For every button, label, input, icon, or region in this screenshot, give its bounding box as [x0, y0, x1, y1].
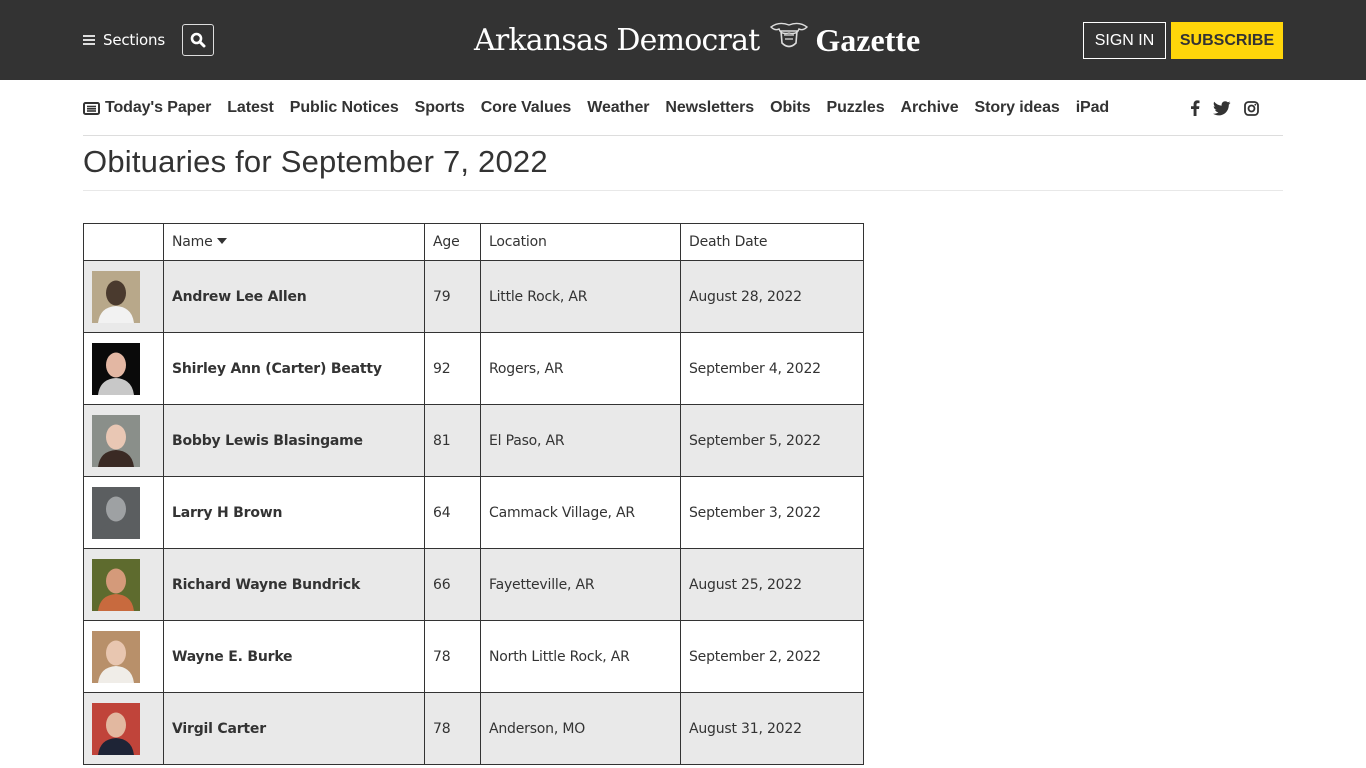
nav-latest[interactable]: Latest [227, 99, 274, 117]
nav-sports[interactable]: Sports [415, 99, 465, 117]
photo-cell [83, 692, 164, 765]
hamburger-icon [83, 35, 95, 45]
nav-obits[interactable]: Obits [770, 99, 811, 117]
social-links [1190, 96, 1272, 120]
table-row[interactable]: Richard Wayne Bundrick 66 Fayetteville, AR… [83, 548, 864, 621]
obituary-death-date: September 3, 2022 [680, 476, 864, 549]
obituary-photo[interactable] [92, 630, 140, 683]
obituary-location: Cammack Village, AR [480, 476, 681, 549]
obituary-name[interactable]: Wayne E. Burke [163, 620, 425, 693]
header-location[interactable]: Location [480, 223, 681, 261]
photo-cell [83, 404, 164, 477]
sections-menu-button[interactable]: Sections [83, 30, 165, 50]
obituary-photo[interactable] [92, 270, 140, 323]
obituary-location: Little Rock, AR [480, 260, 681, 333]
header-name-label: Name [172, 234, 213, 250]
nav-public-notices[interactable]: Public Notices [290, 99, 399, 117]
obituary-location: Rogers, AR [480, 332, 681, 405]
obituary-death-date: August 28, 2022 [680, 260, 864, 333]
obituary-age: 92 [424, 332, 481, 405]
obituary-death-date: September 4, 2022 [680, 332, 864, 405]
table-row[interactable]: Larry H Brown 64 Cammack Village, AR Septem… [83, 476, 864, 549]
table-row[interactable]: Andrew Lee Allen 79 Little Rock, AR August … [83, 260, 864, 333]
obituary-death-date: September 5, 2022 [680, 404, 864, 477]
obituary-death-date: September 2, 2022 [680, 620, 864, 693]
obituary-age: 78 [424, 692, 481, 765]
header-photo [83, 223, 164, 261]
obituary-name[interactable]: Virgil Carter [163, 692, 425, 765]
table-row[interactable]: Wayne E. Burke 78 North Little Rock, AR Sep… [83, 620, 864, 693]
photo-cell [83, 476, 164, 549]
obituary-location: North Little Rock, AR [480, 620, 681, 693]
obituary-name[interactable]: Richard Wayne Bundrick [163, 548, 425, 621]
nav-ipad[interactable]: iPad [1076, 99, 1109, 117]
subscribe-button[interactable]: SUBSCRIBE [1171, 22, 1283, 59]
obituary-death-date: August 31, 2022 [680, 692, 864, 765]
obituary-photo[interactable] [92, 558, 140, 611]
obituary-name[interactable]: Shirley Ann (Carter) Beatty [163, 332, 425, 405]
table-header-row: Name Age Location Death Date [83, 223, 864, 261]
photo-cell [83, 620, 164, 693]
top-bar: Sections Arkansas Democrat Gazette SIGN … [0, 0, 1366, 80]
crest-icon [769, 21, 809, 59]
table-row[interactable]: Shirley Ann (Carter) Beatty 92 Rogers, AR S… [83, 332, 864, 405]
table-row[interactable]: Virgil Carter 78 Anderson, MO August 31, 20… [83, 692, 864, 765]
obituary-photo[interactable] [92, 414, 140, 467]
sign-in-button[interactable]: SIGN IN [1083, 22, 1166, 59]
obituary-location: El Paso, AR [480, 404, 681, 477]
header-name-sort[interactable]: Name [163, 223, 425, 261]
table-row[interactable]: Bobby Lewis Blasingame 81 El Paso, AR Septe… [83, 404, 864, 477]
nav-puzzles[interactable]: Puzzles [827, 99, 885, 117]
page-title: Obituaries for September 7, 2022 [83, 144, 548, 179]
obituary-age: 81 [424, 404, 481, 477]
nav-weather[interactable]: Weather [587, 99, 649, 117]
search-button[interactable] [182, 24, 214, 56]
photo-cell [83, 332, 164, 405]
obituary-age: 78 [424, 620, 481, 693]
main-nav: Today's Paper Latest Public Notices Spor… [83, 96, 1125, 120]
nav-divider [83, 135, 1283, 136]
obituary-age: 64 [424, 476, 481, 549]
header-death-date[interactable]: Death Date [680, 223, 864, 261]
obituary-name[interactable]: Andrew Lee Allen [163, 260, 425, 333]
obituary-photo[interactable] [92, 342, 140, 395]
obituary-location: Fayetteville, AR [480, 548, 681, 621]
obituaries-table: Name Age Location Death Date Andrew Lee … [83, 223, 864, 765]
logo-text-right: Gazette [815, 21, 921, 58]
title-divider [83, 190, 1283, 191]
obituary-photo[interactable] [92, 702, 140, 755]
nav-story-ideas[interactable]: Story ideas [975, 99, 1060, 117]
obituary-name[interactable]: Bobby Lewis Blasingame [163, 404, 425, 477]
obituary-age: 79 [424, 260, 481, 333]
nav-newsletters[interactable]: Newsletters [665, 99, 754, 117]
photo-cell [83, 548, 164, 621]
newspaper-icon [83, 101, 100, 115]
logo-text-left: Arkansas Democrat [474, 22, 760, 58]
obituary-name[interactable]: Larry H Brown [163, 476, 425, 549]
obituary-age: 66 [424, 548, 481, 621]
facebook-icon[interactable] [1190, 100, 1200, 116]
sections-label: Sections [103, 31, 165, 49]
obituary-location: Anderson, MO [480, 692, 681, 765]
twitter-icon[interactable] [1213, 100, 1231, 116]
search-icon [190, 32, 206, 48]
nav-todays-paper[interactable]: Today's Paper [83, 99, 211, 117]
nav-label: Today's Paper [105, 99, 212, 116]
obituary-death-date: August 25, 2022 [680, 548, 864, 621]
sort-down-icon [216, 238, 227, 244]
instagram-icon[interactable] [1244, 100, 1259, 116]
header-age[interactable]: Age [424, 223, 481, 261]
photo-cell [83, 260, 164, 333]
nav-core-values[interactable]: Core Values [481, 99, 572, 117]
nav-archive[interactable]: Archive [901, 99, 959, 117]
obituary-photo[interactable] [92, 486, 140, 539]
site-logo[interactable]: Arkansas Democrat Gazette [474, 18, 920, 62]
